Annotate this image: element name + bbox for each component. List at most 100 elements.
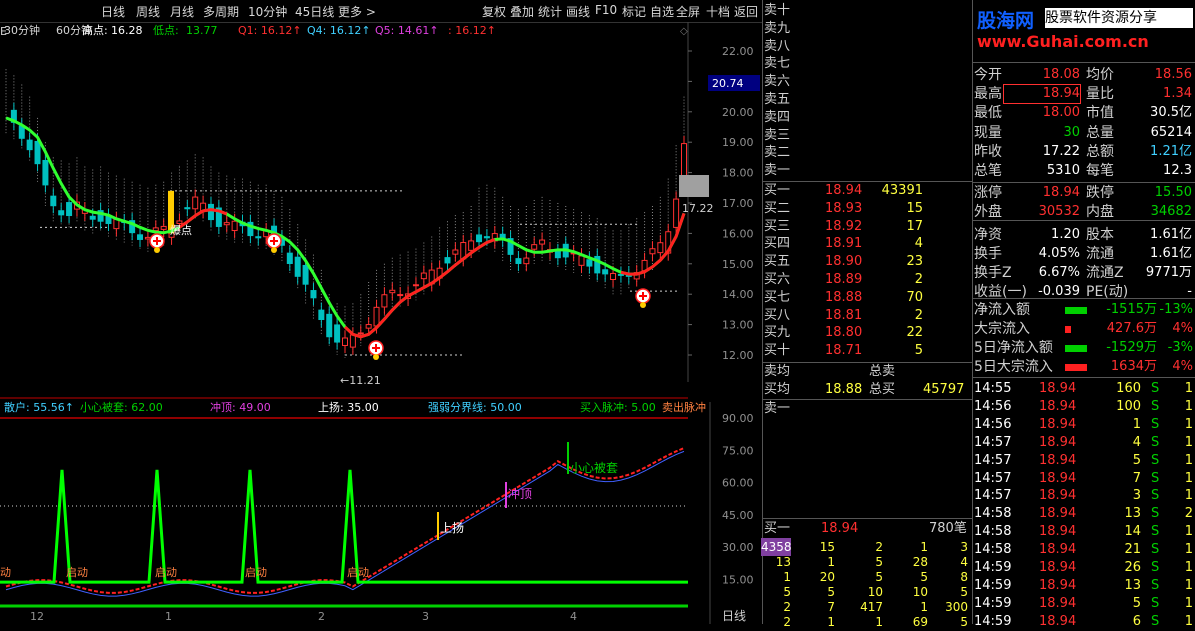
tick-cell: 160 (1116, 381, 1141, 396)
queue-cell: 1 (827, 615, 835, 629)
buy-pulse-line (0, 469, 688, 584)
candlestick-chart[interactable]: E 高点: 16.28 低点: 13.77 Q1: 16.12↑ Q4: 16.… (0, 22, 760, 624)
divider (763, 399, 973, 400)
candle-body (255, 236, 262, 239)
buy-level-label: 买六 (764, 272, 791, 287)
tick-cell: 1 (1184, 595, 1193, 611)
f10-button[interactable]: F10 (595, 3, 617, 17)
quote-value: 18.94 (1003, 84, 1081, 105)
tick-cell: 1 (1184, 560, 1193, 575)
candle-body (152, 227, 159, 232)
q5-label: Q5: 14.61↑ (375, 24, 439, 37)
quote-label: 换手 (974, 245, 1002, 262)
tick-cell: 1 (1184, 524, 1193, 540)
tab-45day[interactable]: 45日线 (295, 3, 334, 20)
rise-label: 上扬 (440, 520, 464, 535)
tick-cell: S (1151, 416, 1160, 432)
draw-button[interactable]: 画线 (566, 3, 590, 20)
candle-body (192, 196, 199, 210)
tab-daily[interactable]: 日线 (101, 3, 125, 20)
buy-avg-label: 买均 (764, 382, 791, 397)
price-axis-label: 14.00 (722, 288, 754, 301)
tick-cell: 1 (1184, 542, 1193, 558)
tick-cell: 26 (1124, 560, 1141, 575)
sell-level-label: 卖四 (764, 109, 791, 125)
queue-cell: 1 (875, 615, 883, 629)
flow-percent: -13% (1159, 302, 1193, 317)
fuquan-button[interactable]: 复权 (482, 3, 506, 20)
tab-multi-period[interactable]: 多周期 (203, 3, 239, 20)
tick-cell: 14:55 (974, 381, 1012, 396)
info-panel: 股海网 股票软件资源分享 www.Guhai.com.cn 今开 18.08 均价 1… (972, 0, 1195, 629)
overlay-button[interactable]: 叠加 (510, 3, 534, 20)
stats-button[interactable]: 统计 (538, 3, 562, 20)
flow-label: 5日净流入额 (974, 340, 1053, 356)
candle-body (326, 313, 333, 338)
divider (973, 298, 1195, 299)
tick-cell: 14:57 (974, 470, 1012, 486)
flow-value: -1529万 (1106, 340, 1157, 355)
x-axis-label: 4 (570, 610, 577, 623)
sell-level-label: 卖六 (764, 74, 791, 90)
tick-cell: 18.94 (1039, 434, 1077, 450)
divider (973, 220, 1195, 221)
watchlist-button[interactable]: 自选 (650, 3, 674, 20)
x-axis-label: 12 (30, 610, 44, 623)
more-button[interactable]: 更多 > (338, 3, 376, 20)
quote-value: 1.61亿 (1150, 226, 1192, 242)
candle-body (476, 234, 483, 243)
candle-body (586, 259, 593, 267)
divider (973, 377, 1195, 378)
tab-weekly[interactable]: 周线 (136, 3, 160, 20)
indicator-axis-label: 75.00 (722, 444, 754, 457)
buy-level-volume: 4 (914, 236, 923, 252)
queue-cell: 5 (960, 615, 968, 629)
candle-body (342, 337, 348, 346)
candle-body (444, 257, 451, 264)
chart-area[interactable]: E 高点: 16.28 低点: 13.77 Q1: 16.12↑ Q4: 16.… (0, 22, 760, 624)
tick-cell: 18.94 (1039, 416, 1077, 432)
queue-cell: 69 (912, 615, 928, 629)
quote-value: 15.50 (1154, 185, 1192, 201)
tab-monthly[interactable]: 月线 (170, 3, 194, 20)
sell-level-label: 卖七 (764, 56, 791, 72)
ten-level-button[interactable]: 十档 (706, 3, 730, 20)
tick-cell: 5 (1132, 595, 1141, 611)
quote-value: 6.67% (1038, 265, 1080, 280)
tab-10min[interactable]: 10分钟 (248, 3, 287, 20)
quote-label: 总量 (1086, 124, 1114, 141)
quote-label: 流通 (1086, 245, 1114, 262)
indicator-legend-item: 买入脉冲: 5.00 (580, 400, 656, 414)
indicator-labels: 动 启动 启动 启动 启动 上扬 冲顶 小心被套 (0, 442, 618, 579)
start-label: 动 (0, 566, 11, 579)
indicator-legend-item: 强弱分界线: 50.00 (428, 400, 522, 414)
indicator-legend-item: 小心被套: 62.00 (80, 401, 163, 414)
tick-cell: 1 (1184, 434, 1193, 450)
logo-subtitle: 股票软件资源分享 (1045, 8, 1193, 28)
quote-label: 最高 (974, 86, 1002, 103)
tick-cell: 1 (1184, 577, 1193, 593)
flow-label: 5日大宗流入 (974, 359, 1053, 375)
x-axis-label: 1 (165, 610, 172, 623)
buy-level-label: 买七 (764, 289, 791, 305)
buy-level-label: 买三 (764, 218, 791, 234)
partial-label: E (0, 25, 7, 38)
q1-label: Q1: 16.12↑ (238, 24, 302, 37)
caution-label: 小心被套 (570, 461, 618, 475)
high-value: 16.28 (111, 24, 143, 37)
mark-button[interactable]: 标记 (622, 3, 646, 20)
quote-label: 涨停 (974, 185, 1002, 202)
tick-cell: S (1151, 470, 1160, 486)
candle-body (531, 244, 538, 250)
back-button[interactable]: 返回 (734, 3, 758, 20)
total-buy-value: 45797 (923, 382, 965, 397)
quote-value: 18.00 (1042, 105, 1080, 121)
candle-body (294, 256, 301, 277)
indicator-axis-label: 90.00 (722, 412, 754, 425)
indicator-legend: 散户: 55.56↑ 小心被套: 62.00 冲顶: 49.00 上扬: 35.00 强… (4, 400, 706, 414)
fullscreen-button[interactable]: 全屏 (676, 3, 700, 20)
quote-value: 17.22 (1042, 143, 1080, 159)
indicator-legend-item: 上扬: 35.00 (318, 400, 379, 414)
price-axis-label: 18.00 (722, 167, 754, 180)
tick-cell: 14:59 (974, 613, 1012, 629)
